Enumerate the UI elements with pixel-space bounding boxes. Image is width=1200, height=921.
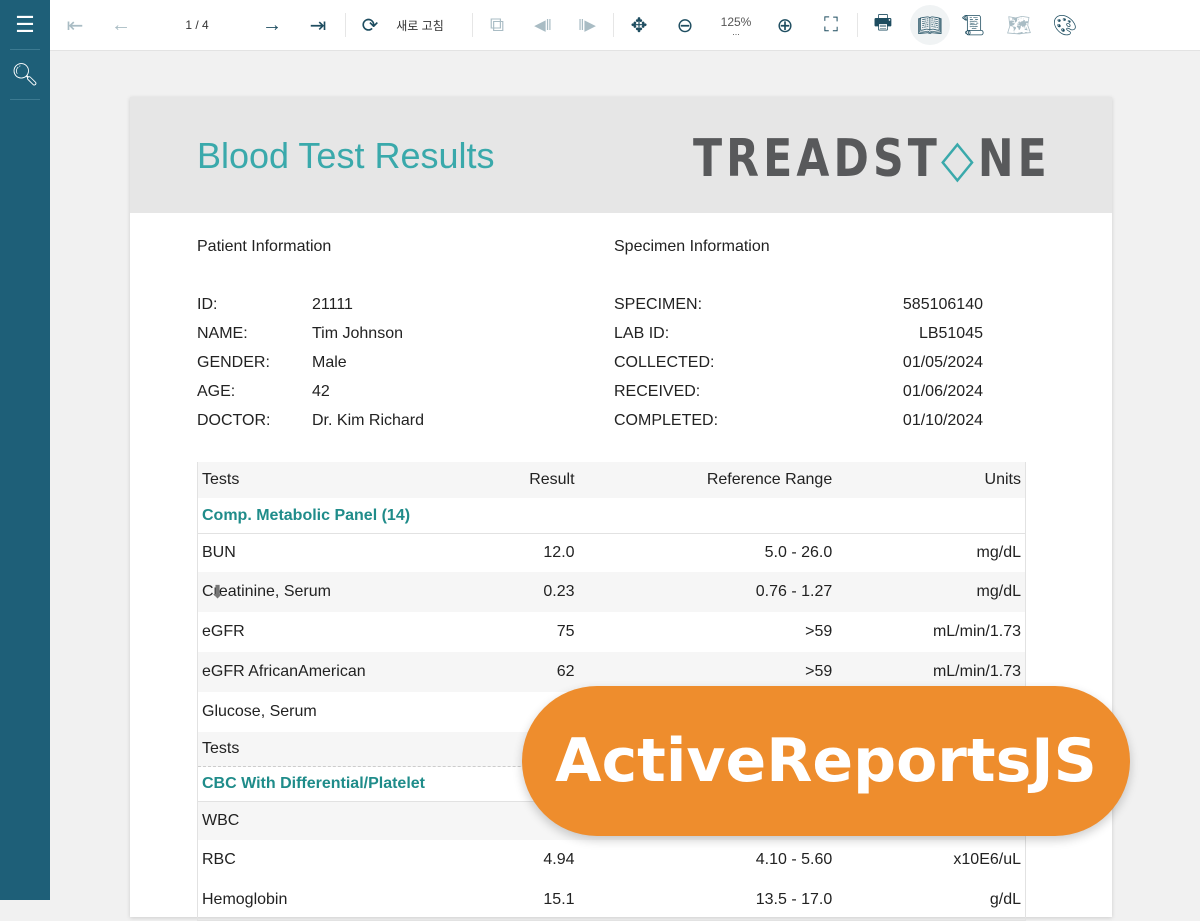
sidebar: ☰ 🔍︎ <box>0 0 50 900</box>
cell-c1: Tests <box>202 471 240 488</box>
specimen-field-value: 01/10/2024 <box>902 412 983 429</box>
patient-field-value: 21111 <box>312 296 353 313</box>
cell-c4: g/dL <box>989 891 1021 908</box>
specimen-field-label: COLLECTED: <box>614 354 715 371</box>
cell-c3: >59 <box>805 663 833 680</box>
cell-c3: 5.0 - 26.0 <box>764 544 833 561</box>
cell-c1: RBC <box>202 851 236 868</box>
cell-c2: Result <box>529 471 575 488</box>
refresh-label[interactable]: 새로 고침 <box>390 0 450 50</box>
cell-c2: 0.23 <box>543 583 575 600</box>
cell-c4: Units <box>984 471 1021 488</box>
cell-c1: Hemoglobin <box>202 891 288 908</box>
cell-c4: mg/dL <box>976 544 1021 561</box>
cell-c3: 13.5 - 17.0 <box>755 891 833 908</box>
patient-field-label: NAME: <box>197 325 248 342</box>
cell-c1: WBC <box>202 812 240 829</box>
patient-field-label: GENDER: <box>197 354 270 371</box>
cell-c1: BUN <box>202 544 236 561</box>
cell-c2: 4.94 <box>543 851 575 868</box>
specimen-field-label: SPECIMEN: <box>614 296 703 313</box>
refresh-icon[interactable]: ⟳ <box>356 0 384 50</box>
theme-palette-icon[interactable]: 🎨︎ <box>1050 0 1080 50</box>
menu-icon[interactable]: ☰ <box>10 0 40 50</box>
forward-icon[interactable]: ‖▶ <box>572 0 602 50</box>
zoom-in-icon[interactable]: ⊕ <box>770 0 800 50</box>
previous-page-icon[interactable]: ← <box>106 0 136 50</box>
cell-c1: Creatinine, Serum <box>202 583 331 600</box>
group-header-metabolic: Comp. Metabolic Panel (14) <box>198 498 1025 534</box>
search-icon[interactable]: 🔍︎ <box>10 50 40 100</box>
cell-c4: x10E6/uL <box>953 851 1021 868</box>
export-icon[interactable]: 📜︎ <box>958 0 988 50</box>
cell-c4: mg/dL <box>976 583 1021 600</box>
parent-report-icon[interactable]: ⧉ <box>482 0 512 50</box>
cell-c3: 0.76 - 1.27 <box>755 583 833 600</box>
patient-field-value: Male <box>312 354 347 371</box>
activereportsjs-badge: ActiveReportsJS <box>522 686 1130 836</box>
cell-c3: >59 <box>805 623 833 640</box>
galley-mode-icon[interactable]: 📖︎ <box>910 5 950 45</box>
cell-c1: eGFR <box>202 623 245 640</box>
table-row: Creatinine, Serum 0.23 ⬇ 0.76 - 1.27 mg/dL <box>198 572 1025 612</box>
repeated-header-tests: Tests <box>202 740 240 757</box>
patient-field-value: Tim Johnson <box>312 325 403 342</box>
fullscreen-icon[interactable]: ⛶ <box>816 0 846 50</box>
report-title: Blood Test Results <box>197 135 495 176</box>
cell-c1: eGFR AfricanAmerican <box>202 663 366 680</box>
table-row: BUN 12.0 5.0 - 26.0 mg/dL <box>198 534 1025 572</box>
specimen-field-label: RECEIVED: <box>614 383 701 400</box>
table-row: eGFR 75 >59 mL/min/1.73 <box>198 612 1025 652</box>
cell-c3: Reference Range <box>706 471 833 488</box>
specimen-field-value: LB51045 <box>918 325 983 342</box>
first-page-icon[interactable]: ⇤ <box>60 0 90 50</box>
cell-c2: 62 <box>556 663 575 680</box>
cell-c1: Glucose, Serum <box>202 703 317 720</box>
map-icon[interactable]: 🗺︎ <box>1004 0 1034 50</box>
next-page-icon[interactable]: → <box>257 0 287 50</box>
cell-c4: mL/min/1.73 <box>932 663 1021 680</box>
treadstone-logo: TREADST◇NE <box>693 129 1051 189</box>
cell-c4: mL/min/1.73 <box>932 623 1021 640</box>
specimen-field-label: COMPLETED: <box>614 412 719 429</box>
specimen-heading: Specimen Information <box>614 238 770 255</box>
backward-icon[interactable]: ◀‖ <box>528 0 558 50</box>
specimen-field-value: 585106140 <box>902 296 983 313</box>
zoom-menu[interactable]: ... <box>732 28 740 37</box>
patient-field-value: 42 <box>312 383 330 400</box>
patient-field-value: Dr. Kim Richard <box>312 412 425 429</box>
specimen-field-value: 01/05/2024 <box>902 354 983 371</box>
table-row: Hemoglobin 15.1 13.5 - 17.0 g/dL <box>198 880 1025 920</box>
low-flag-arrow-down-icon: ⬇ <box>210 581 226 602</box>
pan-icon[interactable]: ✥ <box>624 0 654 50</box>
zoom-out-icon[interactable]: ⊖ <box>670 0 700 50</box>
patient-field-label: ID: <box>197 296 218 313</box>
report-header: Blood Test Results TREADST◇NE <box>130 97 1112 213</box>
print-icon[interactable]: 🖶 <box>868 0 898 50</box>
page-indicator[interactable]: 1 / 4 <box>170 0 224 50</box>
last-page-icon[interactable]: ⇥ <box>303 0 333 50</box>
specimen-field-value: 01/06/2024 <box>902 383 983 400</box>
toolbar: ⇤ ← 1 / 4 → ⇥ ⟳ 새로 고침 ⧉ ◀‖ ‖▶ ✥ ⊖ 125%..… <box>50 0 1200 51</box>
table-row: RBC 4.94 4.10 - 5.60 x10E6/uL <box>198 840 1025 880</box>
specimen-field-label: LAB ID: <box>614 325 670 342</box>
patient-field-label: AGE: <box>197 383 236 400</box>
cell-c2: 15.1 <box>543 891 575 908</box>
cell-c2: 12.0 <box>543 544 575 561</box>
patient-heading: Patient Information <box>197 238 332 255</box>
cell-c2: 75 <box>556 623 575 640</box>
cell-c3: 4.10 - 5.60 <box>755 851 833 868</box>
table-header-row: Tests Result Reference Range Units <box>198 462 1025 498</box>
patient-field-label: DOCTOR: <box>197 412 271 429</box>
